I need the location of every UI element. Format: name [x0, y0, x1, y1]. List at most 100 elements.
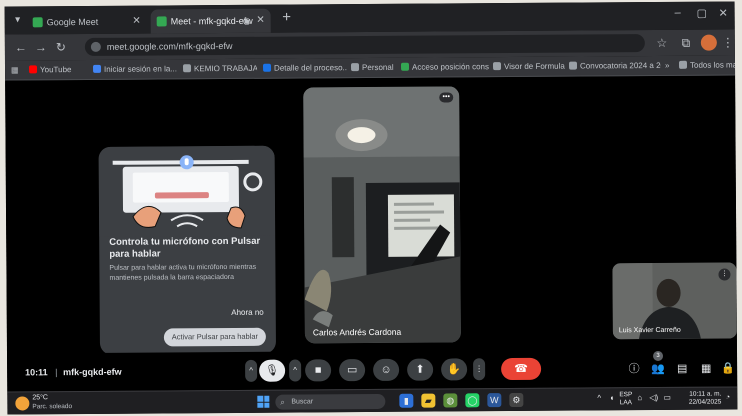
youtube-icon: [28, 65, 38, 74]
whatsapp-icon[interactable]: ◯: [465, 393, 480, 408]
bookmark-personal[interactable]: Personal: [350, 58, 397, 78]
profile-avatar[interactable]: [700, 34, 717, 51]
activities-icon[interactable]: ▦: [697, 360, 715, 378]
forward-icon[interactable]: →: [33, 38, 49, 56]
raise-hand-button[interactable]: ✋: [441, 358, 468, 381]
bookmark-iniciar-sesion[interactable]: Iniciar sesión en la...: [92, 59, 177, 80]
host-controls-lock-icon[interactable]: 🔒: [719, 359, 737, 377]
participant-tile-main[interactable]: ••• Carlos Andrés Cardona: [303, 86, 461, 344]
meet-favicon-icon: [156, 16, 167, 27]
enable-push-to-talk-button[interactable]: Activar Pulsar para hablar: [163, 327, 266, 347]
push-to-talk-tip-card: Controla tu micrófono con Pulsar para ha…: [98, 145, 277, 355]
search-icon: ⌕: [280, 397, 285, 407]
keyboard-illustration: [98, 145, 276, 237]
start-menu-icon[interactable]: [257, 395, 270, 408]
battery-icon[interactable]: ▭: [663, 393, 671, 402]
meeting-time: 10:11: [25, 367, 48, 378]
tab-search-icon[interactable]: ▾: [11, 13, 25, 27]
mic-options-chevron-icon[interactable]: ^: [245, 359, 258, 382]
windows-taskbar: 25°C Parc. soleado ⌕ Buscar ▮ ▰ ◍ ◯ W ⚙ …: [7, 386, 738, 415]
bookmark-star-icon[interactable]: ☆: [653, 34, 671, 52]
clock-date: 22/04/2025: [688, 398, 722, 406]
bookmark-visor[interactable]: Visor de Formularios: [492, 57, 565, 78]
site-icon: [492, 62, 502, 71]
taskview-app-icon[interactable]: ▮: [399, 393, 414, 408]
weather-icon[interactable]: [15, 396, 30, 411]
address-bar[interactable]: meet.google.com/mfk-gqkd-efw: [84, 34, 645, 56]
bookmark-label: YouTube: [39, 65, 72, 75]
emoji-reactions-button[interactable]: ☺: [373, 358, 400, 381]
more-options-icon[interactable]: ⋮: [473, 358, 486, 381]
participant-video: [303, 86, 461, 344]
back-icon[interactable]: ←: [13, 38, 29, 56]
participant-count-badge: 3: [653, 350, 664, 362]
browser-menu-icon[interactable]: ⋮: [719, 33, 737, 51]
leave-call-button[interactable]: ☎: [501, 357, 542, 381]
dismiss-tip-button[interactable]: Ahora no: [231, 308, 264, 317]
notifications-icon[interactable]: ◔: [725, 392, 730, 401]
chat-icon[interactable]: ▤: [673, 360, 691, 378]
wifi-icon[interactable]: ◖: [609, 393, 614, 402]
weather-temperature: 25°C: [32, 394, 48, 402]
site-icon: [350, 63, 360, 72]
bookmark-youtube[interactable]: YouTube: [28, 60, 89, 80]
tab-google-meet[interactable]: Google Meet ✕: [27, 10, 147, 35]
tab-meet-call[interactable]: Meet - mfk-gqkd-efw ◉ ✕: [150, 8, 271, 34]
meeting-controls-bar: 10:11 | mfk-gqkd-efw ^ 🎙 ^ ■ ▭ ☺ ⬆ ✋ ⋮ ☎…: [7, 348, 738, 392]
more-options-icon[interactable]: •••: [439, 92, 454, 103]
language-code: ESP: [619, 391, 633, 399]
bookmark-detalle[interactable]: Detalle del proceso...: [262, 58, 347, 79]
site-icon: [262, 63, 272, 72]
camera-button[interactable]: ■: [305, 359, 332, 382]
taskbar-search-box[interactable]: ⌕ Buscar: [275, 393, 386, 410]
bookmark-label: KEMIO TRABAJADER...: [193, 63, 258, 74]
screen: ▾ Google Meet ✕ Meet - mfk-gqkd-efw ◉ ✕ …: [4, 1, 738, 415]
keyboard-layout: LAA: [619, 399, 633, 407]
captions-button[interactable]: ▭: [339, 359, 366, 382]
site-icon: [92, 64, 102, 73]
extensions-icon[interactable]: ⧉: [677, 34, 695, 52]
close-tab-icon[interactable]: ✕: [256, 9, 265, 33]
bookmark-label: Personal: [361, 62, 394, 73]
bookmark-acceso[interactable]: Acceso posición cons...: [400, 57, 489, 78]
microphone-off-button[interactable]: 🎙: [259, 359, 286, 382]
settings-gear-icon[interactable]: ⚙: [509, 392, 524, 408]
participant-tile-self[interactable]: ⋮ Luis Xavier Carreño: [612, 262, 737, 340]
more-bookmarks-icon[interactable]: »: [665, 56, 675, 76]
apps-grid-icon[interactable]: ▦: [11, 60, 21, 80]
folder-icon: [678, 60, 688, 69]
site-icon: [182, 64, 192, 73]
meet-stage: Controla tu micrófono con Pulsar para ha…: [5, 76, 737, 355]
site-info-icon[interactable]: [90, 41, 101, 52]
minimize-icon[interactable]: –: [675, 7, 681, 19]
chrome-app-icon[interactable]: ◍: [443, 393, 458, 408]
bookmark-label: Iniciar sesión en la...: [103, 64, 177, 74]
network-icon[interactable]: ⌂: [637, 393, 642, 402]
people-icon[interactable]: 👥: [649, 360, 667, 378]
new-tab-button[interactable]: +: [277, 9, 297, 26]
bookmark-convocatoria[interactable]: Convocatoria 2024 a 2025...: [568, 56, 661, 77]
reload-icon[interactable]: ↻: [53, 38, 69, 56]
tip-description: Pulsar para hablar activa tu micrófono m…: [109, 263, 257, 282]
meeting-info-icon[interactable]: ⓘ: [625, 360, 643, 378]
camera-options-chevron-icon[interactable]: ^: [289, 359, 302, 382]
audio-playing-icon[interactable]: ◉: [243, 9, 251, 33]
present-screen-button[interactable]: ⬆: [407, 358, 434, 381]
close-tab-icon[interactable]: ✕: [132, 10, 141, 34]
file-explorer-icon[interactable]: ▰: [421, 393, 436, 408]
tray-overflow-chevron-icon[interactable]: ^: [597, 393, 601, 402]
site-icon: [568, 61, 578, 70]
tab-title: Meet - mfk-gqkd-efw: [170, 15, 253, 27]
maximize-icon[interactable]: ▢: [697, 7, 707, 20]
tab-title: Google Meet: [46, 16, 99, 28]
taskbar-clock[interactable]: 10:11 a. m. 22/04/2025: [675, 391, 722, 407]
address-url[interactable]: meet.google.com/mfk-gqkd-efw: [107, 37, 233, 56]
volume-icon[interactable]: ◁): [649, 393, 658, 402]
bookmark-all[interactable]: Todos los marcadores: [678, 55, 735, 75]
meet-favicon-icon: [32, 17, 43, 28]
bookmark-kemio[interactable]: KEMIO TRABAJADER...: [182, 59, 258, 80]
word-app-icon[interactable]: W: [487, 393, 502, 408]
close-window-icon[interactable]: ✕: [719, 7, 728, 20]
input-language[interactable]: ESP LAA: [619, 391, 632, 407]
more-options-icon[interactable]: ⋮: [718, 268, 731, 281]
